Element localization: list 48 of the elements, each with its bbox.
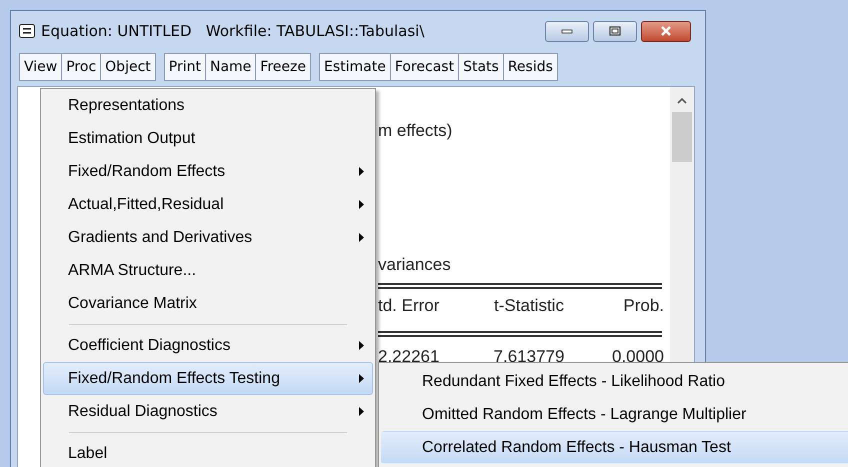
menu-item[interactable]: Covariance Matrix [43,287,373,320]
menu-item[interactable]: Correlated Random Effects - Hausman Test [381,431,848,464]
column-header: t-Statistic [493,296,565,316]
toolbar-button[interactable]: Freeze [255,53,311,81]
menu-item[interactable]: Label [43,437,373,467]
menu-item[interactable]: Actual,Fitted,Residual [43,188,373,221]
close-icon [659,26,673,36]
menu-icon[interactable] [19,24,35,38]
column-header: Prob. [622,296,664,316]
menu-item[interactable]: Estimation Output [43,122,373,155]
scroll-up-icon[interactable] [677,97,687,104]
menu-item[interactable]: Gradients and Derivatives [43,221,373,254]
menu-item[interactable]: Fixed/Random Effects [43,155,373,188]
output-text: variances [378,255,452,275]
menu-item[interactable]: Residual Diagnostics [43,395,373,428]
submenu-arrow-icon [359,374,364,383]
submenu-arrow-icon [359,167,364,176]
menu-item[interactable]: Fixed/Random Effects Testing [43,362,373,395]
toolbar-button[interactable]: Object [100,53,156,81]
output-text: m effects) [378,121,454,141]
submenu-arrow-icon [359,233,364,242]
menu-item[interactable]: Representations [43,89,373,122]
menu-item[interactable]: Coefficient Diagnostics [43,329,373,362]
toolbar-button[interactable]: Forecast [390,53,460,81]
scroll-thumb[interactable] [672,112,692,162]
menu-item[interactable]: Redundant Fixed Effects - Likelihood Ratio [381,365,848,398]
close-button[interactable] [641,20,691,42]
submenu-arrow-icon [359,341,364,350]
submenu-arrow-icon [359,407,364,416]
toolbar-button[interactable]: Proc [61,53,102,81]
table-cell-text: 0.0000 [611,347,664,367]
toolbar-button[interactable]: View [19,53,62,81]
minimize-button[interactable] [545,20,589,42]
toolbar-button[interactable]: Resids [502,53,558,81]
column-header: td. Error [378,296,440,316]
toolbar-button[interactable]: Print [164,53,206,81]
toolbar-button[interactable]: Estimate [318,53,391,81]
menu-item[interactable]: Omitted Random Effects - Lagrange Multiplier [381,398,848,431]
table-cell-text: 2.22261 [378,347,440,367]
submenu-arrow-icon [359,200,364,209]
table-cell-text: 7.613779 [492,347,566,367]
toolbar-button[interactable]: Stats [458,53,504,81]
window-title: Equation: UNTITLED Workfile: TABULASI::Tabulasi\ [41,22,424,40]
maximize-button[interactable] [593,20,637,42]
minimize-icon [561,28,573,34]
maximize-icon [609,26,621,36]
menu-item[interactable]: ARMA Structure... [43,254,373,287]
toolbar-button[interactable]: Name [204,53,256,81]
